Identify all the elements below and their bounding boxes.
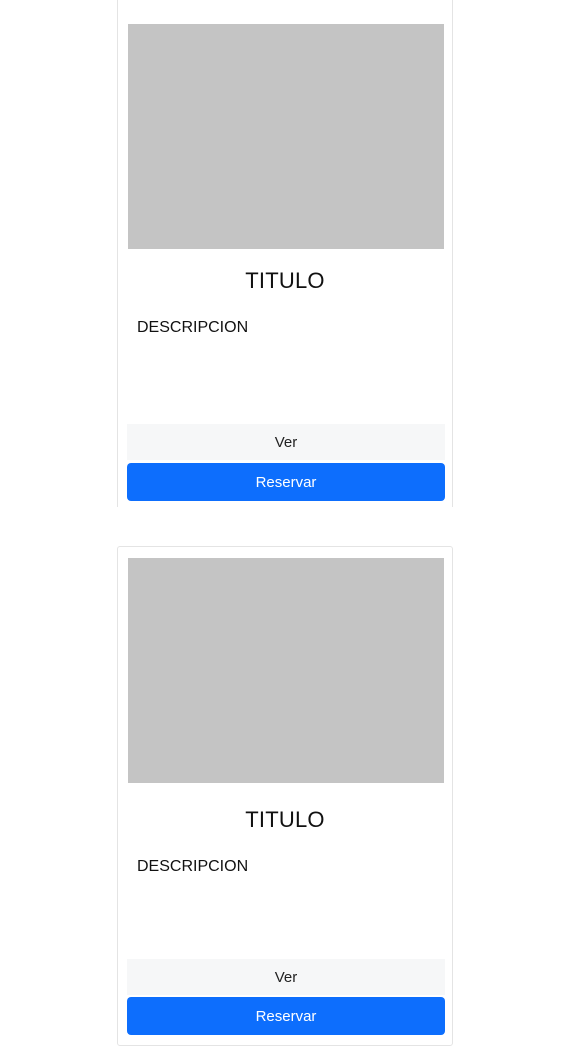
card-title: TITULO xyxy=(245,268,325,293)
reservar-button[interactable]: Reservar xyxy=(127,463,445,501)
card-title: TITULO xyxy=(245,807,325,832)
card-description: DESCRIPCION xyxy=(137,858,249,875)
card: TITULO DESCRIPCION Ver Reservar xyxy=(117,546,453,1046)
card-image-placeholder xyxy=(128,24,444,249)
card: TITULO DESCRIPCION Ver Reservar xyxy=(117,0,453,507)
page: TITULO DESCRIPCION Ver Reservar TITULO D… xyxy=(0,0,568,1054)
card-description: DESCRIPCION xyxy=(137,319,249,336)
ver-button[interactable]: Ver xyxy=(127,959,445,995)
ver-button[interactable]: Ver xyxy=(127,424,445,460)
card-image-placeholder xyxy=(128,558,444,783)
reservar-button[interactable]: Reservar xyxy=(127,997,445,1035)
